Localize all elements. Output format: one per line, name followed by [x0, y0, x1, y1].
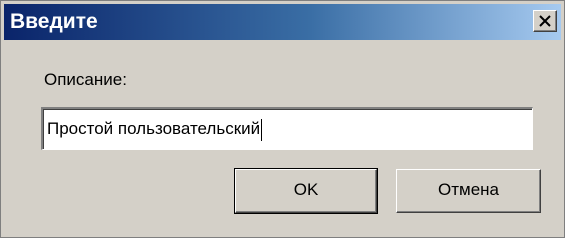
close-button[interactable]	[533, 10, 557, 32]
text-caret	[261, 118, 263, 141]
description-input-value: Простой пользовательский	[47, 119, 261, 138]
description-input[interactable]: Простой пользовательский	[41, 107, 533, 150]
close-icon	[539, 15, 551, 27]
input-dialog: Введите Описание: Простой пользовательск…	[0, 0, 565, 238]
description-label: Описание:	[44, 70, 127, 89]
dialog-title: Введите	[10, 10, 98, 33]
title-bar[interactable]: Введите	[4, 4, 561, 40]
ok-button[interactable]: OK	[234, 168, 378, 214]
cancel-button[interactable]: Отмена	[396, 169, 541, 213]
